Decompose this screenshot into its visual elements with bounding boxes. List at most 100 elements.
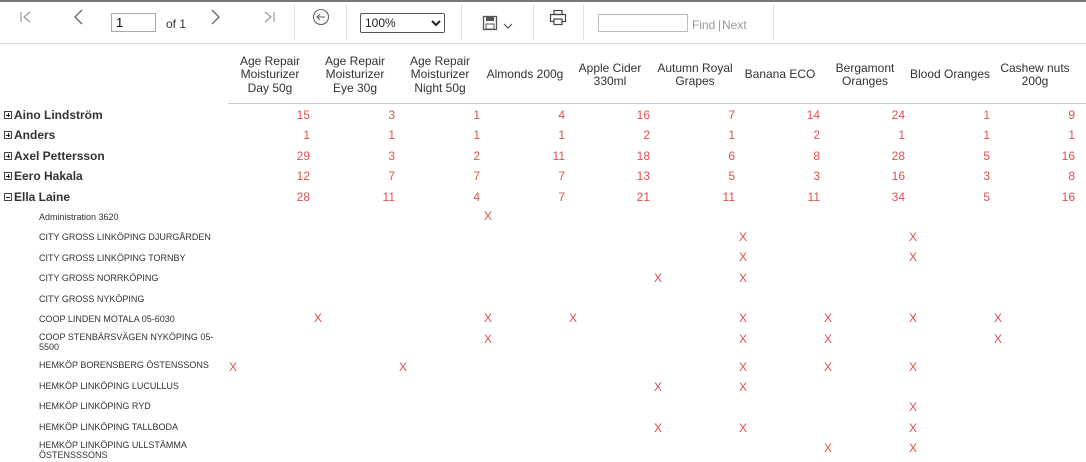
store-row-label: CITY GROSS LINKÖPING TORNBY bbox=[39, 253, 186, 263]
store-row-label: HEMKÖP LINKÖPING TALLBODA bbox=[39, 422, 179, 432]
previous-page-button[interactable] bbox=[64, 2, 94, 32]
group-value-cell: 21 bbox=[636, 190, 650, 204]
group-value-cell: 7 bbox=[558, 190, 565, 204]
store-row-label: CITY GROSS LINKÖPING DJURGÅRDEN bbox=[39, 232, 211, 242]
column-header: Blood Oranges bbox=[909, 67, 991, 82]
store-mark-cell: X bbox=[654, 421, 663, 435]
group-row-label[interactable]: Axel Pettersson bbox=[4, 149, 105, 163]
expand-toggle-icon[interactable] bbox=[4, 111, 12, 119]
group-value-cell: 8 bbox=[813, 149, 820, 163]
expand-toggle-icon[interactable] bbox=[4, 172, 12, 180]
page-number-input[interactable] bbox=[111, 13, 156, 32]
column-header: Almonds 200g bbox=[486, 67, 564, 82]
group-row-label[interactable]: Eero Hakala bbox=[4, 169, 83, 183]
toolbar-separator bbox=[461, 4, 462, 41]
group-value-cell: 1 bbox=[473, 108, 480, 122]
expand-toggle-icon[interactable] bbox=[4, 131, 12, 139]
store-row-label: Administration 3620 bbox=[39, 212, 119, 222]
store-row-label: CITY GROSS NYKÖPING bbox=[39, 294, 145, 304]
group-row-label[interactable]: Aino Lindström bbox=[4, 108, 103, 122]
store-mark-cell: X bbox=[739, 380, 748, 394]
group-value-cell: 2 bbox=[643, 128, 650, 142]
group-value-cell: 11 bbox=[382, 190, 395, 204]
group-value-cell: 1 bbox=[1068, 128, 1075, 142]
store-row-label: HEMKÖP LINKÖPING ULLSTÄMMA ÖSTENSSSONS bbox=[39, 440, 187, 460]
store-mark-cell: X bbox=[314, 311, 323, 325]
toolbar-separator bbox=[294, 4, 295, 41]
group-value-cell: 1 bbox=[388, 128, 395, 142]
group-value-cell: 28 bbox=[891, 149, 905, 163]
report-matrix: Age Repair Moisturizer Day 50g Age Repair… bbox=[0, 44, 1086, 462]
group-value-cell: 1 bbox=[983, 128, 990, 142]
collapse-toggle-icon[interactable] bbox=[4, 193, 12, 201]
group-value-cell: 4 bbox=[473, 190, 480, 204]
store-mark-cell: X bbox=[909, 400, 918, 414]
back-arrow-circle-icon bbox=[312, 8, 330, 26]
export-button[interactable] bbox=[478, 2, 518, 43]
last-page-button[interactable] bbox=[254, 2, 284, 32]
store-mark-cell: X bbox=[994, 311, 1003, 325]
expand-toggle-icon[interactable] bbox=[4, 152, 12, 160]
find-link[interactable]: Find bbox=[692, 18, 715, 32]
group-value-cell: 1 bbox=[303, 128, 310, 142]
group-value-cell: 3 bbox=[813, 169, 820, 183]
store-mark-cell: X bbox=[229, 360, 238, 374]
store-mark-cell: X bbox=[824, 441, 833, 455]
group-name: Axel Pettersson bbox=[14, 149, 105, 163]
store-mark-cell: X bbox=[739, 250, 748, 264]
group-value-cell: 1 bbox=[983, 108, 990, 122]
group-value-cell: 7 bbox=[558, 169, 565, 183]
group-name: Anders bbox=[14, 128, 56, 142]
column-header: Age Repair Moisturizer Eye 30g bbox=[324, 53, 386, 95]
first-page-button[interactable] bbox=[11, 2, 41, 32]
column-header: Cashew nuts 200g bbox=[1000, 60, 1070, 88]
group-value-cell: 29 bbox=[296, 149, 310, 163]
group-name: Aino Lindström bbox=[14, 108, 103, 122]
group-value-cell: 11 bbox=[552, 149, 565, 163]
column-header: Banana ECO bbox=[744, 67, 816, 82]
group-value-cell: 7 bbox=[728, 108, 735, 122]
store-mark-cell: X bbox=[824, 360, 833, 374]
store-mark-cell: X bbox=[569, 311, 578, 325]
print-button[interactable] bbox=[543, 2, 573, 32]
group-value-cell: 2 bbox=[473, 149, 480, 163]
store-mark-cell: X bbox=[739, 421, 748, 435]
group-value-cell: 18 bbox=[636, 149, 650, 163]
group-value-cell: 11 bbox=[722, 190, 735, 204]
column-header: Bergamont Oranges bbox=[835, 60, 895, 88]
column-header: Apple Cider 330ml bbox=[578, 60, 642, 88]
find-input[interactable] bbox=[598, 14, 688, 32]
group-value-cell: 2 bbox=[813, 128, 820, 142]
store-row-label: HEMKÖP LINKÖPING RYD bbox=[39, 401, 151, 411]
group-value-cell: 28 bbox=[296, 190, 310, 204]
header-rule bbox=[228, 103, 1086, 104]
group-value-cell: 24 bbox=[891, 108, 905, 122]
store-mark-cell: X bbox=[909, 441, 918, 455]
column-header: Age Repair Moisturizer Day 50g bbox=[239, 53, 301, 95]
back-button[interactable] bbox=[306, 2, 336, 32]
group-value-cell: 7 bbox=[388, 169, 395, 183]
store-mark-cell: X bbox=[909, 250, 918, 264]
store-mark-cell: X bbox=[654, 271, 663, 285]
store-mark-cell: X bbox=[399, 360, 408, 374]
store-mark-cell: X bbox=[909, 421, 918, 435]
group-value-cell: 16 bbox=[1061, 149, 1075, 163]
group-row-label[interactable]: Anders bbox=[4, 128, 55, 142]
report-toolbar: of 1 100% Find | Next bbox=[0, 2, 1086, 44]
next-link[interactable]: Next bbox=[722, 18, 747, 32]
group-value-cell: 5 bbox=[983, 149, 990, 163]
group-row-label[interactable]: Ella Laine bbox=[4, 190, 70, 204]
group-value-cell: 3 bbox=[388, 108, 395, 122]
store-mark-cell: X bbox=[654, 380, 663, 394]
store-mark-cell: X bbox=[824, 311, 833, 325]
group-value-cell: 15 bbox=[296, 108, 310, 122]
group-name: Eero Hakala bbox=[14, 169, 83, 183]
store-row-label: COOP STENBÄRSVÄGEN NYKÖPING 05-5500 bbox=[39, 332, 214, 352]
store-mark-cell: X bbox=[739, 360, 748, 374]
next-page-button[interactable] bbox=[200, 2, 230, 32]
printer-icon bbox=[549, 9, 567, 25]
zoom-select[interactable]: 100% bbox=[360, 13, 445, 33]
group-name: Ella Laine bbox=[14, 190, 71, 204]
store-mark-cell: X bbox=[909, 230, 918, 244]
group-value-cell: 5 bbox=[983, 190, 990, 204]
